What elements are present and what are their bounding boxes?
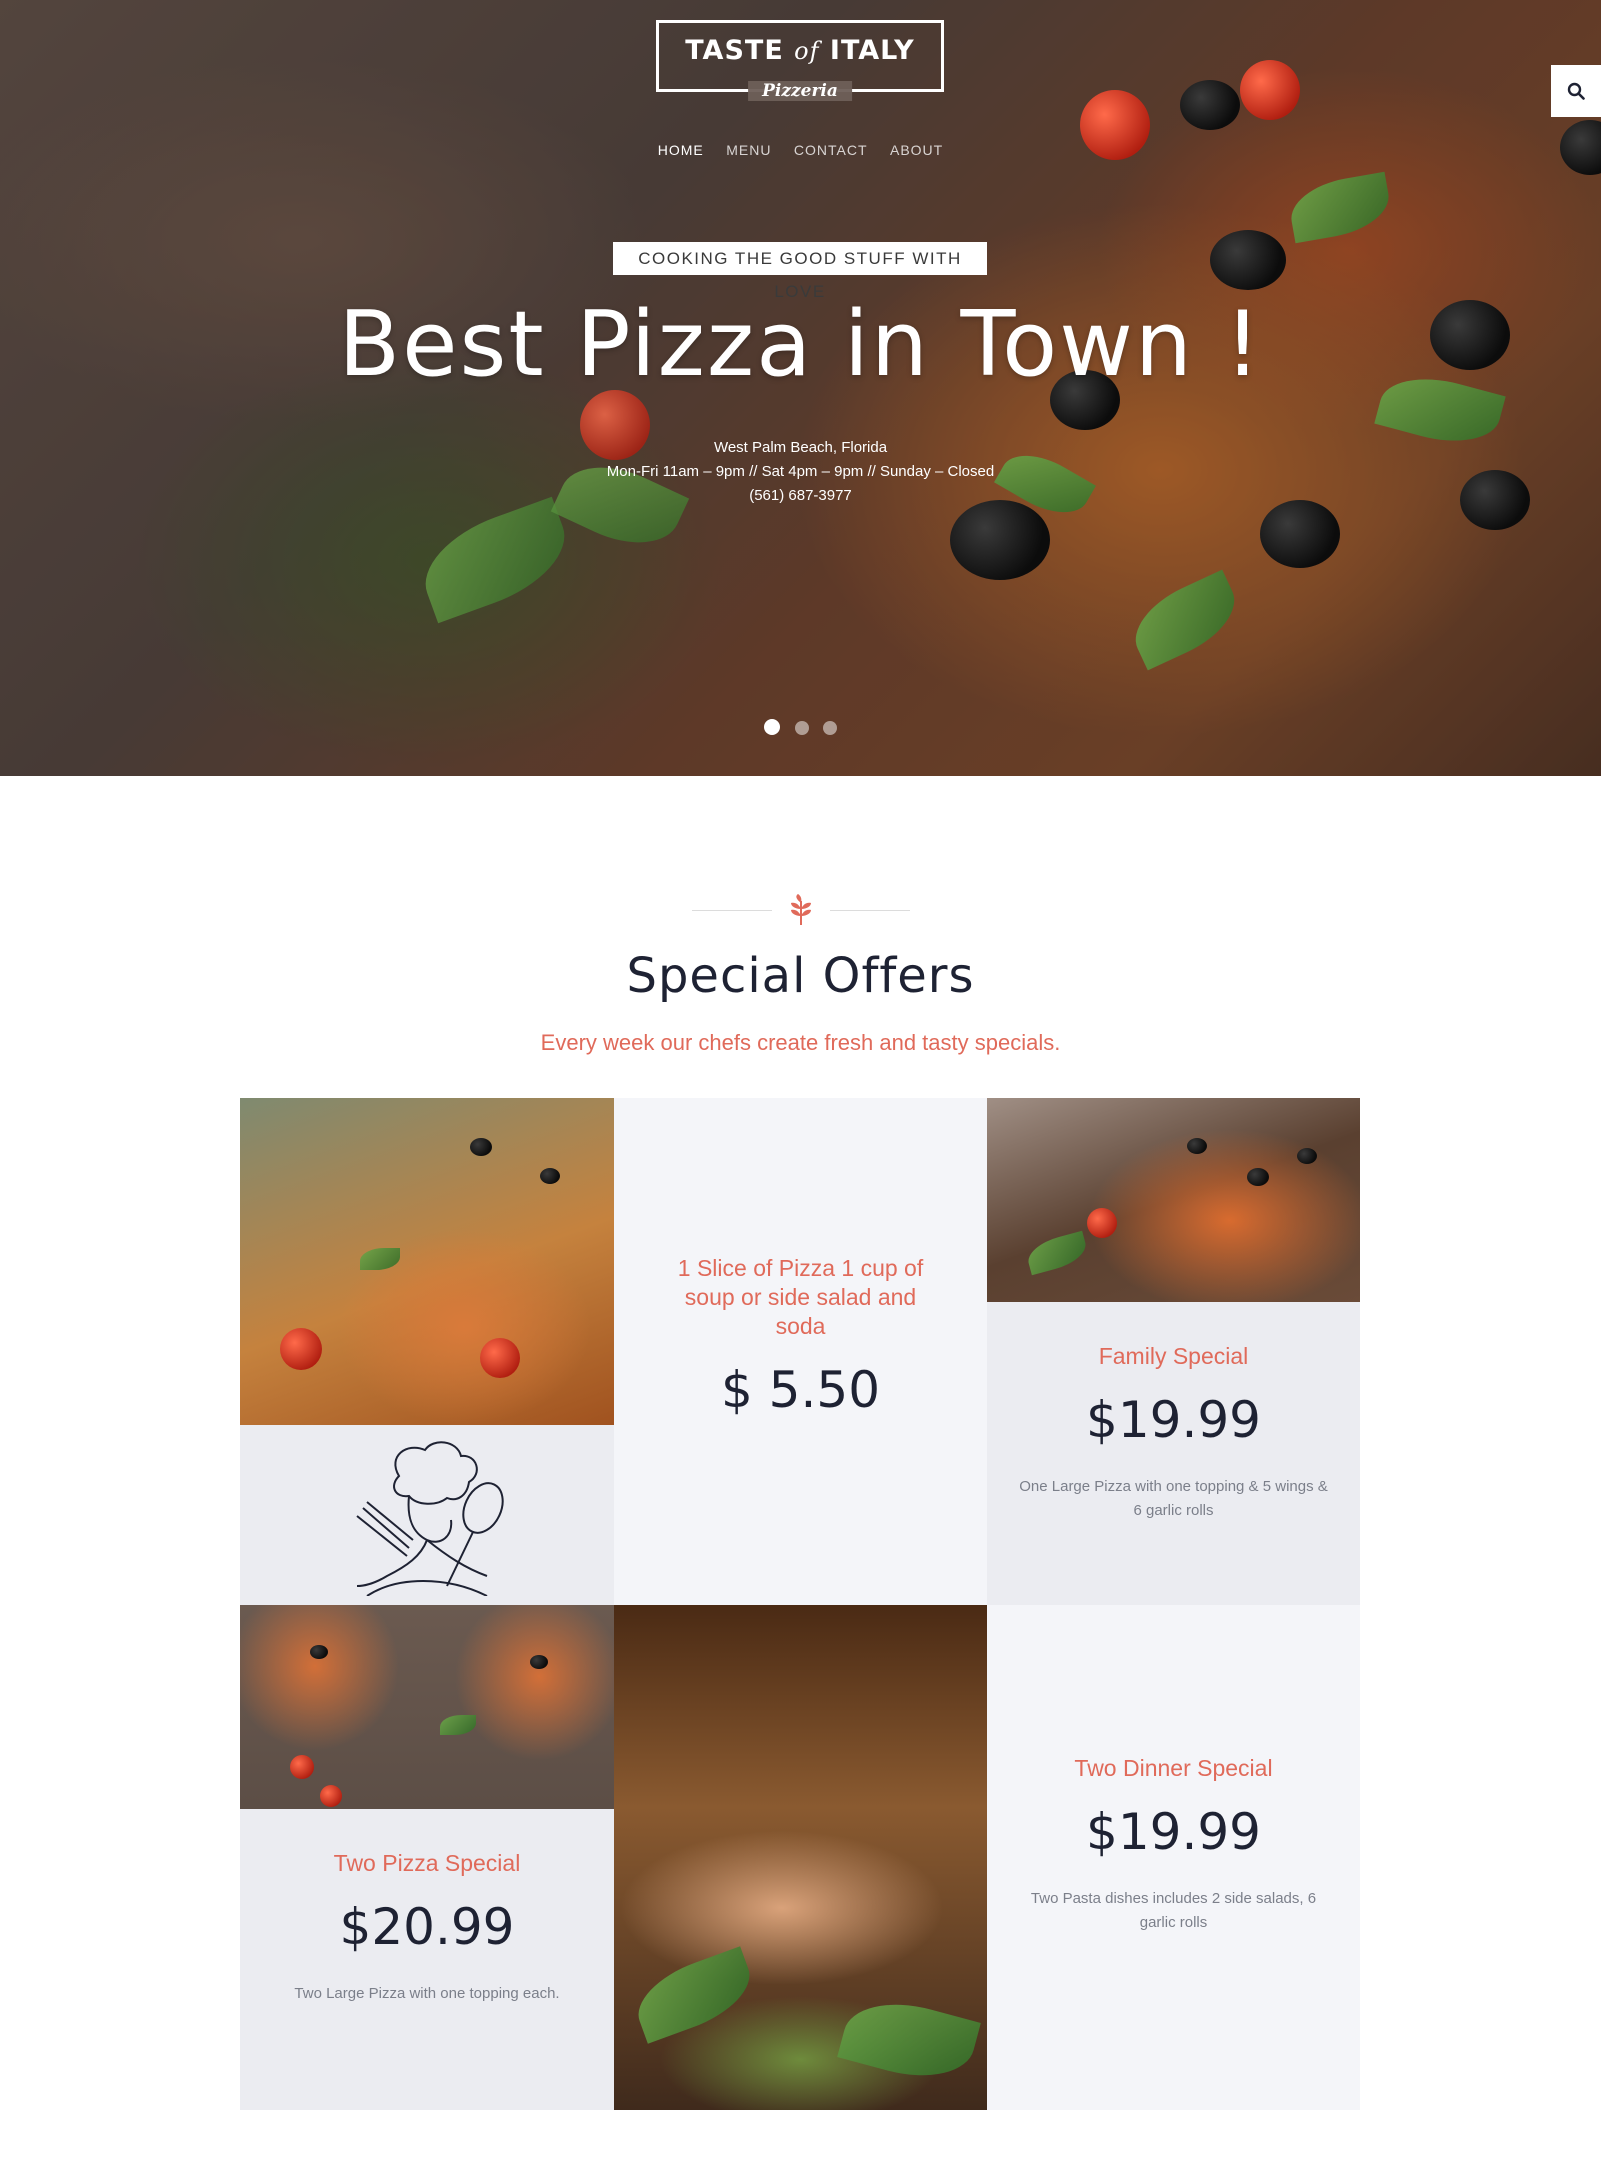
- special-offers-header: Special Offers Every week our chefs crea…: [0, 890, 1601, 1056]
- search-button[interactable]: [1551, 65, 1601, 117]
- main-nav: HOME MENU CONTACT ABOUT: [0, 142, 1601, 160]
- slider-dot-1[interactable]: [764, 719, 781, 735]
- nav-about[interactable]: ABOUT: [890, 142, 943, 158]
- nav-home[interactable]: HOME: [658, 142, 704, 158]
- offers-grid: 1 Slice of Pizza 1 cup of soup or side s…: [240, 1098, 1360, 2110]
- slider-dots: [0, 719, 1601, 740]
- site-logo[interactable]: TASTE of ITALY Pizzeria: [656, 20, 944, 101]
- slider-dot-2[interactable]: [794, 721, 809, 735]
- offer-card-4[interactable]: Two Dinner Special $19.99 Two Pasta dish…: [987, 1605, 1360, 2110]
- two-pizzas-image: [240, 1605, 614, 1809]
- offer-price: $ 5.50: [720, 1361, 881, 1419]
- family-pizza-image: [987, 1098, 1360, 1302]
- offer-content: 1 Slice of Pizza 1 cup of soup or side s…: [664, 1254, 937, 1419]
- offer-content: Family Special $19.99 One Large Pizza wi…: [1017, 1342, 1330, 1523]
- hero-location: West Palm Beach, Florida: [713, 439, 888, 456]
- offer-name: Family Special: [1098, 1343, 1249, 1369]
- slider-dot-3[interactable]: [822, 721, 837, 735]
- logo-title: TASTE of ITALY: [685, 35, 915, 66]
- offer-price: $19.99: [1086, 1391, 1261, 1449]
- offer-price: $20.99: [339, 1898, 515, 1956]
- section-title: Special Offers: [626, 948, 975, 1004]
- hero-hours: Mon-Fri 11am – 9pm // Sat 4pm – 9pm // S…: [606, 463, 995, 480]
- offer-price: $19.99: [1086, 1803, 1261, 1861]
- hero-banner: TASTE of ITALY Pizzeria HOME MENU CONTAC…: [0, 0, 1601, 776]
- nav-contact[interactable]: CONTACT: [794, 142, 868, 158]
- offer-name: Two Pizza Special: [333, 1850, 521, 1876]
- search-icon: [1567, 82, 1585, 100]
- offer-name: 1 Slice of Pizza 1 cup of soup or side s…: [677, 1255, 924, 1339]
- logo-subtitle: Pizzeria: [748, 81, 852, 101]
- hero-phone[interactable]: (561) 687-3977: [0, 484, 1601, 508]
- hero-info: West Palm Beach, Florida Mon-Fri 11am – …: [0, 436, 1601, 508]
- offer-card-3[interactable]: Two Pizza Special $20.99 Two Large Pizza…: [240, 1605, 614, 2110]
- chef-icon: [356, 1441, 504, 1596]
- leaf-icon: [790, 894, 811, 925]
- hero-title: Best Pizza in Town !: [338, 292, 1263, 397]
- nav-menu[interactable]: MENU: [726, 142, 771, 158]
- offer-description: Two Large Pizza with one topping each.: [294, 1985, 560, 2002]
- offer-card-image-chef: [240, 1098, 614, 1605]
- offer-card-2[interactable]: Family Special $19.99 One Large Pizza wi…: [987, 1098, 1360, 1605]
- section-divider: [0, 890, 1601, 930]
- hero-tagline: COOKING THE GOOD STUFF WITH LOVE: [613, 242, 987, 301]
- offer-description: One Large Pizza with one topping & 5 win…: [1019, 1478, 1328, 1519]
- offer-description: Two Pasta dishes includes 2 side salads,…: [1030, 1890, 1317, 1931]
- offer-content: Two Pizza Special $20.99 Two Large Pizza…: [260, 1849, 594, 2006]
- pizza-slice-image: [240, 1098, 614, 1425]
- restaurant-table-image: [614, 1605, 987, 2110]
- offer-name: Two Dinner Special: [1074, 1755, 1273, 1781]
- offer-card-1[interactable]: 1 Slice of Pizza 1 cup of soup or side s…: [614, 1098, 987, 1605]
- offer-content: Two Dinner Special $19.99 Two Pasta dish…: [1017, 1754, 1330, 1935]
- section-subtitle: Every week our chefs create fresh and ta…: [540, 1030, 1061, 1055]
